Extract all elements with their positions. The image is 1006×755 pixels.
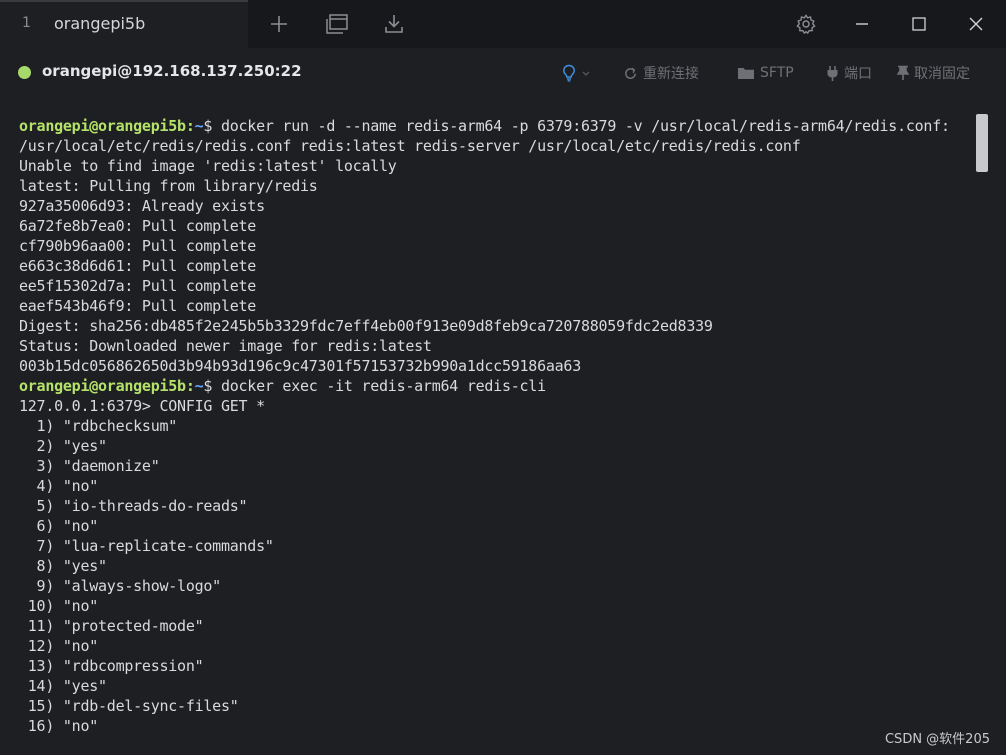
gear-icon: [796, 14, 816, 34]
prompt-separator: :: [185, 377, 195, 395]
settings-button[interactable]: [791, 9, 821, 39]
terminal-prompt-line: orangepi@orangepi5b:~$ docker run -d --n…: [19, 116, 979, 136]
terminal-output-line: 16) "no": [19, 717, 99, 735]
terminal-output: orangepi@orangepi5b:~$ docker run -d --n…: [19, 116, 979, 736]
tab-orangepi5b[interactable]: 1 orangepi5b: [0, 0, 248, 48]
terminal-viewport[interactable]: orangepi@orangepi5b:~$ docker run -d --n…: [0, 98, 1006, 755]
terminal-output-line: 5) "io-threads-do-reads": [19, 497, 248, 515]
terminal-output-line: Digest: sha256:db485f2e245b5b3329fdc7eff…: [19, 317, 713, 335]
minimize-icon: [856, 23, 868, 25]
new-tab-button[interactable]: [264, 9, 294, 39]
tab-title: orangepi5b: [54, 14, 146, 33]
minimize-button[interactable]: [847, 9, 877, 39]
terminal-output-line: 11) "protected-mode": [19, 617, 204, 635]
sftp-label: SFTP: [760, 65, 794, 81]
terminal-command: docker exec -it redis-arm64 redis-cli: [220, 377, 546, 395]
prompt-user: orangepi@orangepi5b: [19, 377, 186, 395]
prompt-symbol: $: [203, 377, 221, 395]
reconnect-label: 重新连接: [643, 66, 699, 82]
connection-host: orangepi@192.168.137.250:22: [42, 62, 302, 80]
csdn-watermark: CSDN @软件205: [884, 732, 990, 747]
terminal-output-line: 6a72fe8b7ea0: Pull complete: [19, 217, 257, 235]
terminal-output-line: 927a35006d93: Already exists: [19, 197, 265, 215]
sftp-button[interactable]: SFTP: [737, 62, 794, 84]
folder-icon: [738, 68, 754, 79]
terminal-scrollbar-thumb[interactable]: [976, 114, 988, 172]
terminal-output-line: 1) "rdbchecksum": [19, 417, 178, 435]
terminal-output-line: 7) "lua-replicate-commands": [19, 537, 274, 555]
unpin-label: 取消固定: [914, 66, 970, 82]
terminal-output-line: latest: Pulling from library/redis: [19, 177, 318, 195]
terminal-output-line: e663c38d6d61: Pull complete: [19, 257, 257, 275]
terminal-output-line: Status: Downloaded newer image for redis…: [19, 337, 432, 355]
terminal-output-line: 003b15dc056862650d3b94b93d196c9c47301f57…: [19, 357, 581, 375]
terminal-output-line: 6) "no": [19, 517, 99, 535]
tab-index: 1: [22, 15, 31, 31]
terminal-output-line: eaef543b46f9: Pull complete: [19, 297, 257, 315]
chevron-down-icon: [582, 71, 590, 76]
terminal-output-line: 9) "always-show-logo": [19, 577, 222, 595]
plus-icon: [271, 16, 287, 32]
terminal-output-line: 2) "yes": [19, 437, 108, 455]
close-icon: [969, 17, 983, 31]
maximize-icon: [912, 17, 926, 31]
terminal-command: docker run -d --name redis-arm64 -p 6379…: [220, 117, 950, 135]
prompt-symbol: $: [203, 117, 221, 135]
close-button[interactable]: [961, 9, 991, 39]
connection-bar: orangepi@192.168.137.250:22 重新连接 SFTP 端口…: [0, 48, 1006, 98]
reconnect-button[interactable]: 重新连接: [623, 62, 699, 84]
terminal-output-line: 4) "no": [19, 477, 99, 495]
terminal-output-line: 3) "daemonize": [19, 457, 160, 475]
terminal-output-line: 12) "no": [19, 637, 99, 655]
port-label: 端口: [844, 66, 872, 82]
prompt-separator: :: [185, 117, 195, 135]
split-window-button[interactable]: [322, 9, 352, 39]
pin-icon: [897, 65, 909, 80]
refresh-icon: [625, 67, 636, 79]
terminal-output-line: 15) "rdb-del-sync-files": [19, 697, 239, 715]
terminal-prompt-line: orangepi@orangepi5b:~$ docker exec -it r…: [19, 376, 979, 396]
connection-status-dot: [18, 66, 31, 79]
unpin-button[interactable]: 取消固定: [897, 62, 970, 84]
plug-icon: [827, 65, 838, 81]
terminal-output-line: 13) "rdbcompression": [19, 657, 204, 675]
terminal-output-line: 8) "yes": [19, 557, 108, 575]
window-icon: [326, 14, 348, 34]
hint-toggle-button[interactable]: [562, 62, 596, 84]
maximize-button[interactable]: [904, 9, 934, 39]
terminal-output-line: cf790b96aa00: Pull complete: [19, 237, 257, 255]
terminal-output-line: 14) "yes": [19, 677, 107, 695]
title-bar: 1 orangepi5b: [0, 0, 1006, 48]
terminal-output-line: 10) "no": [19, 597, 99, 615]
download-button[interactable]: [379, 9, 409, 39]
port-forward-button[interactable]: 端口: [826, 62, 872, 84]
terminal-output-line: ee5f15302d7a: Pull complete: [19, 277, 257, 295]
lightbulb-icon: [563, 64, 575, 82]
terminal-output-line: Unable to find image 'redis:latest' loca…: [19, 157, 397, 175]
terminal-app-window: 1 orangepi5b orangepi@192.168.137.250:22…: [0, 0, 1006, 755]
terminal-output-line: 127.0.0.1:6379> CONFIG GET *: [19, 397, 265, 415]
prompt-user: orangepi@orangepi5b: [19, 117, 186, 135]
terminal-output-line: /usr/local/etc/redis/redis.conf redis:la…: [19, 137, 801, 155]
download-icon: [385, 15, 403, 33]
